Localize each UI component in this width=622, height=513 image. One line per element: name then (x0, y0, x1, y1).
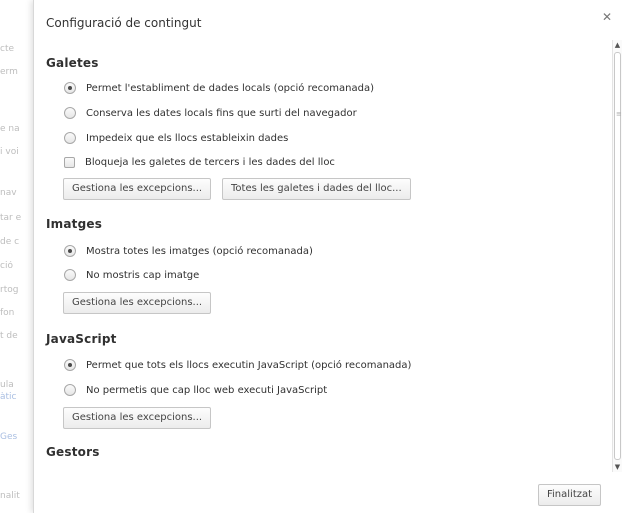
grip-icon: ≡ (616, 110, 622, 118)
dialog-title: Configuració de contingut (46, 16, 202, 30)
option-label: No permetis que cap lloc web executi Jav… (86, 384, 328, 396)
option-label: No mostris cap imatge (86, 269, 200, 281)
images-option-hide[interactable]: No mostris cap imatge (64, 267, 199, 283)
section-title-javascript: JavaScript (46, 332, 117, 346)
scrollbar-thumb[interactable]: ≡ (614, 52, 622, 460)
option-label: Impedeix que els llocs estableixin dades (86, 132, 289, 144)
cookies-exceptions-button[interactable]: Gestiona les excepcions... (63, 178, 212, 200)
radio-button[interactable] (64, 132, 76, 144)
radio-button[interactable] (64, 245, 76, 257)
radio-button[interactable] (64, 359, 76, 371)
radio-button[interactable] (64, 82, 76, 94)
checkbox[interactable] (64, 156, 75, 168)
all-cookies-button[interactable]: Totes les galetes i dades del lloc... (222, 178, 411, 200)
javascript-option-block[interactable]: No permetis que cap lloc web executi Jav… (64, 382, 327, 398)
cookies-option-allow[interactable]: Permet l'establiment de dades locals (op… (64, 80, 374, 96)
option-label: Conserva les dates locals fins que surti… (86, 107, 357, 119)
section-title-images: Imatges (46, 217, 103, 231)
close-icon[interactable]: ✕ (600, 10, 614, 24)
section-title-cookies: Galetes (46, 56, 99, 70)
javascript-option-allow[interactable]: Permet que tots els llocs executin JavaS… (64, 357, 411, 373)
checkbox-label: Bloqueja les galetes de tercers i les da… (85, 156, 335, 168)
cookies-option-session[interactable]: Conserva les dates locals fins que surti… (64, 105, 357, 121)
option-label: Permet l'establiment de dades locals (op… (86, 82, 374, 94)
done-button[interactable]: Finalitzat (538, 484, 602, 506)
images-option-show[interactable]: Mostra totes les imatges (opció recomana… (64, 243, 313, 259)
option-label: Permet que tots els llocs executin JavaS… (86, 359, 412, 371)
section-title-handlers: Gestors (46, 445, 100, 459)
option-label: Mostra totes les imatges (opció recomana… (86, 245, 313, 257)
block-third-party-cookies[interactable]: Bloqueja les galetes de tercers i les da… (64, 154, 335, 170)
dialog-content: Galetes Permet l'establiment de dades lo… (34, 42, 604, 470)
javascript-exceptions-button[interactable]: Gestiona les excepcions... (63, 407, 212, 429)
scroll-down-icon[interactable]: ▼ (613, 462, 622, 472)
background-overlay (0, 0, 36, 513)
radio-button[interactable] (64, 107, 76, 119)
radio-button[interactable] (64, 384, 76, 396)
handlers-option[interactable] (64, 468, 76, 470)
images-exceptions-button[interactable]: Gestiona les excepcions... (63, 292, 212, 314)
cookies-option-block[interactable]: Impedeix que els llocs estableixin dades (64, 130, 288, 146)
content-scrollbar[interactable]: ▲ ≡ ▼ (612, 40, 622, 472)
content-settings-dialog: Configuració de contingut ✕ Galetes Perm… (33, 0, 622, 513)
radio-button[interactable] (64, 269, 76, 281)
scroll-up-icon[interactable]: ▲ (613, 40, 622, 50)
background-settings-page: cte erm e na i voi nav tar e de c ció rt… (0, 0, 36, 513)
